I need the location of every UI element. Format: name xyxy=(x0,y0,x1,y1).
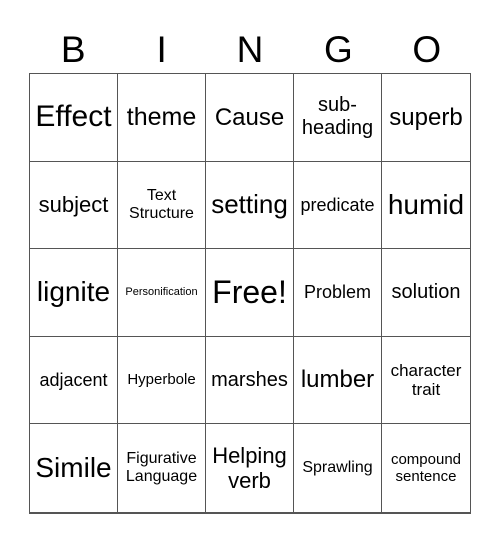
bingo-cell-label: marshes xyxy=(211,368,288,391)
bingo-cell[interactable]: character trait xyxy=(382,337,470,425)
bingo-cell[interactable]: compound sentence xyxy=(382,424,470,512)
bingo-cell-label: lignite xyxy=(36,276,111,308)
bingo-cell[interactable]: Sprawling xyxy=(294,424,382,512)
bingo-grid: Effect theme Cause sub-heading superb subject… xyxy=(29,73,471,514)
header-letter-n: N xyxy=(236,29,264,70)
bingo-cell-label: subject xyxy=(38,192,109,218)
bingo-cell[interactable]: lignite xyxy=(30,249,118,337)
bingo-cell[interactable]: subject xyxy=(30,161,118,250)
bingo-cell-label: Problem xyxy=(303,282,372,303)
header-letter-i: I xyxy=(156,29,167,70)
bingo-cell[interactable]: sub-heading xyxy=(294,74,382,162)
bingo-cell[interactable]: Simile xyxy=(30,424,118,512)
bingo-cell-label: setting xyxy=(211,188,288,219)
bingo-cell[interactable]: solution xyxy=(382,249,470,337)
bingo-cell[interactable]: predicate xyxy=(294,161,382,250)
bingo-cell-label: theme xyxy=(126,102,197,131)
bingo-header: B I N G O xyxy=(29,28,471,72)
bingo-cell-label: Cause xyxy=(214,103,285,131)
bingo-cell[interactable]: Problem xyxy=(294,249,382,337)
bingo-cell-label: lumber xyxy=(300,366,375,394)
bingo-cell[interactable]: marshes xyxy=(206,336,294,425)
header-letter-g: G xyxy=(324,29,353,70)
bingo-cell[interactable]: Hyperbole xyxy=(118,336,206,425)
bingo-cell-label: humid xyxy=(387,188,465,220)
bingo-cell-label: Hyperbole xyxy=(127,371,196,389)
bingo-cell[interactable]: lumber xyxy=(294,336,382,425)
bingo-cell-label: superb xyxy=(389,103,463,131)
header-letter-b: B xyxy=(60,29,86,70)
bingo-cell-label: Personification xyxy=(125,286,198,299)
bingo-cell-label: Helping verb xyxy=(212,442,287,494)
bingo-cell[interactable]: superb xyxy=(382,74,470,162)
bingo-cell-label: adjacent xyxy=(39,369,108,390)
bingo-cell[interactable]: Figurative Language xyxy=(118,424,206,512)
bingo-cell-label: Free! xyxy=(212,274,287,311)
bingo-cell[interactable]: Personification xyxy=(118,249,206,337)
bingo-cell-label: Sprawling xyxy=(302,458,373,476)
bingo-cell-label: Simile xyxy=(35,452,112,484)
bingo-cell-label: predicate xyxy=(300,194,375,215)
bingo-cell-label: character trait xyxy=(390,360,462,400)
bingo-cell-label: Effect xyxy=(35,100,112,134)
bingo-cell-label: solution xyxy=(391,280,461,303)
bingo-cell[interactable]: adjacent xyxy=(30,336,118,425)
bingo-cell[interactable]: setting xyxy=(206,161,294,250)
bingo-cell-label: Text Structure xyxy=(129,186,194,222)
header-letter-o: O xyxy=(412,29,442,70)
bingo-cell[interactable]: Cause xyxy=(206,74,294,162)
bingo-cell-free-space[interactable]: Free! xyxy=(206,249,294,337)
bingo-cell[interactable]: humid xyxy=(382,162,470,250)
bingo-cell[interactable]: Effect xyxy=(30,74,118,162)
bingo-cell-label: sub-heading xyxy=(301,94,374,140)
bingo-cell-label: Figurative Language xyxy=(125,449,198,486)
bingo-cell[interactable]: theme xyxy=(118,74,206,162)
bingo-cell[interactable]: Text Structure xyxy=(118,161,206,250)
bingo-cell[interactable]: Helping verb xyxy=(206,424,294,512)
bingo-cell-label: compound sentence xyxy=(390,450,462,486)
